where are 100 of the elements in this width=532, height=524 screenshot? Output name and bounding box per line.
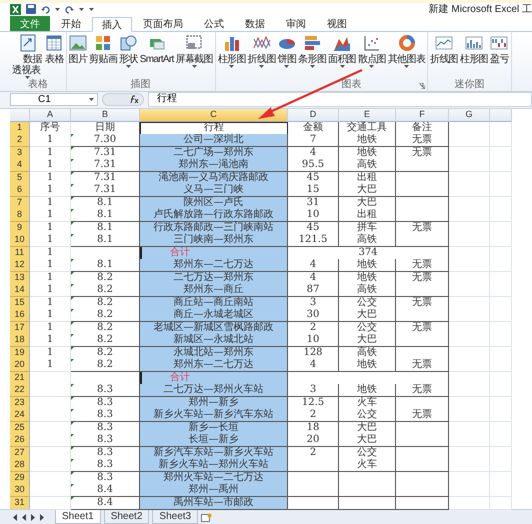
ribbon-button[interactable]: SmartArt: [138, 32, 175, 79]
row-header[interactable]: 18: [10, 334, 30, 347]
ribbon-button[interactable]: 盈亏: [488, 32, 510, 79]
table-cell: 义马—三门峡: [140, 184, 288, 197]
sparkline-column-icon: [465, 34, 483, 52]
ribbon-button[interactable]: 图片: [68, 32, 88, 79]
insert-function-icon[interactable]: [129, 95, 139, 104]
row-header[interactable]: 22: [10, 384, 30, 397]
table-cell: 大巴: [339, 434, 396, 447]
table-cell: [490, 284, 512, 297]
row-header[interactable]: 12: [10, 259, 30, 272]
name-box[interactable]: C1: [10, 93, 98, 106]
row-header[interactable]: 28: [10, 459, 30, 472]
column-header[interactable]: F: [396, 109, 449, 122]
dialog-launcher-icon[interactable]: [419, 82, 426, 89]
row-header[interactable]: 6: [10, 184, 30, 197]
row-header[interactable]: 2: [10, 134, 30, 147]
row-header[interactable]: 30: [10, 484, 30, 497]
row-header[interactable]: 16: [10, 309, 30, 322]
ribbon-button[interactable]: 剪贴画: [88, 32, 118, 79]
table-cell: 10: [288, 209, 339, 222]
group-label: 图表: [340, 78, 362, 91]
row-header[interactable]: 3: [10, 146, 30, 160]
column-header[interactable]: D: [288, 109, 339, 122]
ribbon-tab[interactable]: 公式: [194, 16, 234, 31]
row-header[interactable]: 29: [10, 472, 30, 484]
row-header[interactable]: 1: [10, 122, 30, 134]
excel-logo-icon[interactable]: [10, 4, 21, 15]
save-icon[interactable]: [26, 4, 36, 14]
sheet-tab[interactable]: Sheet1: [55, 510, 101, 524]
ribbon-button[interactable]: 形状: [118, 32, 139, 79]
formula-field[interactable]: 行程: [148, 92, 532, 108]
ribbon-button[interactable]: 柱形图: [459, 32, 489, 79]
column-header[interactable]: B: [71, 109, 140, 122]
last-sheet-icon[interactable]: [39, 514, 45, 520]
table-cell: 高铁: [339, 159, 396, 172]
row-header[interactable]: 4: [10, 159, 30, 172]
undo-icon[interactable]: [41, 4, 50, 14]
row-header[interactable]: 27: [10, 446, 30, 460]
picture-icon: [68, 34, 87, 52]
row-header[interactable]: 19: [10, 346, 30, 360]
row-header[interactable]: 13: [10, 272, 30, 284]
sheet-tab[interactable]: Sheet2: [104, 510, 150, 524]
column-header[interactable]: A: [30, 109, 71, 122]
row-header[interactable]: 20: [10, 359, 30, 372]
ribbon-button[interactable]: 条形图: [297, 32, 328, 79]
table-cell: 4: [288, 259, 339, 272]
row-header[interactable]: 7: [10, 196, 30, 210]
ribbon-button[interactable]: 柱形图: [216, 32, 247, 79]
row-header[interactable]: 24: [10, 409, 30, 422]
row-header[interactable]: 17: [10, 322, 30, 334]
table-cell: [490, 409, 512, 422]
ribbon-tab[interactable]: 插入: [92, 16, 132, 32]
next-sheet-icon[interactable]: [30, 514, 36, 520]
ribbon-button[interactable]: 面积图: [327, 32, 358, 79]
ribbon-button[interactable]: 饼图: [276, 32, 298, 79]
win-loss-icon: [490, 34, 508, 52]
row-header[interactable]: 11: [10, 246, 30, 260]
table-cell: [490, 259, 512, 272]
redo-icon[interactable]: [65, 4, 74, 14]
row-header[interactable]: 31: [10, 496, 30, 510]
ribbon-button[interactable]: 表格: [44, 32, 65, 79]
ribbon-tab[interactable]: 审阅: [276, 16, 316, 31]
table-cell: 1: [30, 359, 71, 372]
row-header[interactable]: 26: [10, 434, 30, 447]
table-cell: 1: [30, 334, 71, 347]
row-header[interactable]: 8: [10, 209, 30, 222]
ribbon-button[interactable]: 数据透视表: [11, 32, 44, 79]
table-cell: 8.1: [71, 259, 140, 272]
sheet-tab[interactable]: Sheet3: [152, 510, 198, 524]
table-cell: 高铁: [339, 234, 396, 247]
row-header[interactable]: 21: [10, 372, 30, 384]
ribbon-tab[interactable]: 视图: [317, 16, 357, 31]
row-header[interactable]: 10: [10, 234, 30, 247]
column-header[interactable]: E: [339, 109, 396, 122]
ribbon-button[interactable]: 折线图: [429, 32, 460, 79]
ribbon-button[interactable]: 其他图表: [386, 32, 426, 79]
row-header[interactable]: 23: [10, 396, 30, 410]
table-cell: 8.3: [71, 446, 140, 460]
first-sheet-icon[interactable]: [12, 514, 18, 520]
row-header[interactable]: 15: [10, 296, 30, 310]
column-header[interactable]: G: [449, 109, 490, 122]
table-cell: [490, 484, 512, 497]
table-cell: 1: [30, 309, 71, 322]
ribbon-button[interactable]: 屏幕截图: [174, 32, 214, 79]
row-header[interactable]: 9: [10, 222, 30, 234]
row-header[interactable]: 25: [10, 422, 30, 434]
table-cell: 8.3: [71, 422, 140, 434]
column-header[interactable]: C: [140, 109, 288, 122]
ribbon-tab[interactable]: 数据: [235, 16, 275, 31]
insert-sheet-icon[interactable]: [201, 512, 212, 522]
row-header[interactable]: 14: [10, 284, 30, 297]
ribbon-tab[interactable]: 页面布局: [133, 16, 193, 31]
dropdown-caret-icon: [25, 76, 30, 79]
row-header[interactable]: 5: [10, 172, 30, 184]
file-tab[interactable]: 文件: [10, 16, 50, 31]
ribbon-tab[interactable]: 开始: [51, 16, 91, 31]
previous-sheet-icon[interactable]: [21, 514, 27, 520]
ribbon-button[interactable]: 散点图: [357, 32, 387, 79]
ribbon-button[interactable]: 折线图: [246, 32, 277, 79]
